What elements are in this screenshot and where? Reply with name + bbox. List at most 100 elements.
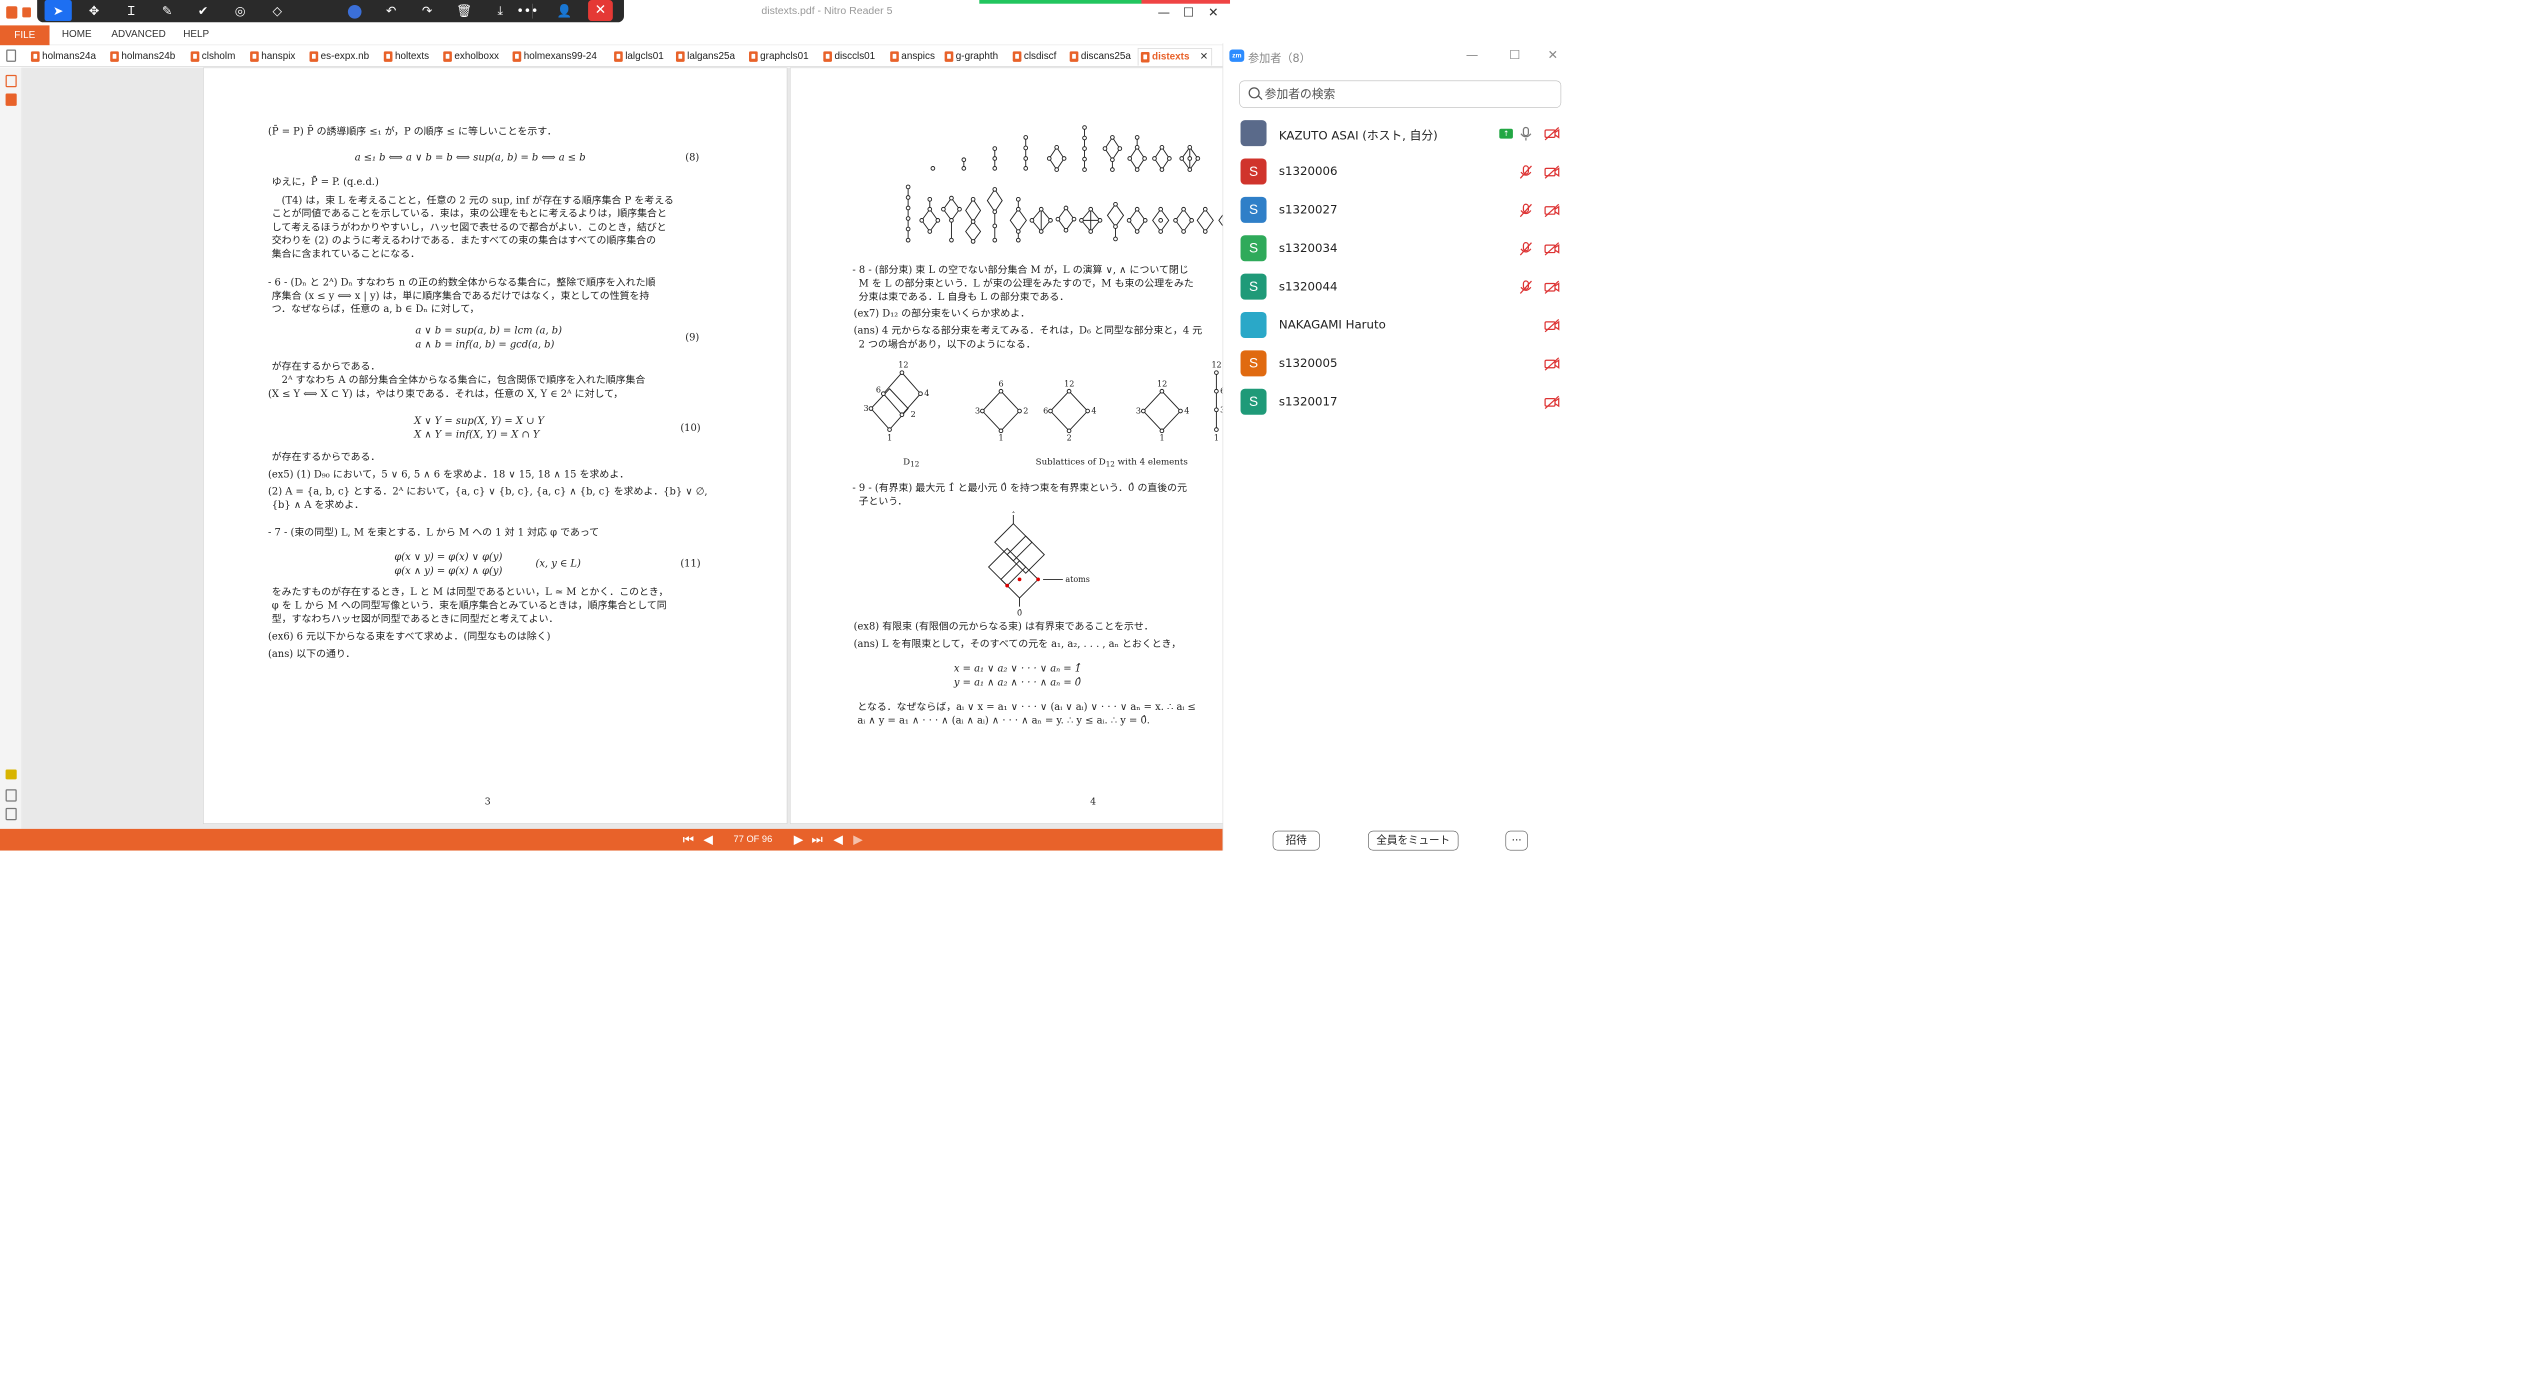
tab-graphcls01[interactable]: graphcls01: [747, 48, 809, 65]
equation-11-condition: (x, y ∈ L): [535, 557, 581, 569]
video-off-icon[interactable]: [1544, 357, 1560, 372]
eraser-icon[interactable]: ◇: [264, 0, 291, 21]
participant-search[interactable]: [1239, 80, 1562, 108]
tab-g-graphth[interactable]: g-graphth: [942, 48, 998, 65]
participant-row[interactable]: S s1320005: [1223, 345, 1568, 383]
delete-icon[interactable]: 🗑: [451, 0, 478, 21]
mic-muted-icon[interactable]: [1519, 280, 1533, 295]
participant-search-input[interactable]: [1264, 84, 1550, 104]
color-icon[interactable]: [347, 4, 362, 19]
previous-page-icon[interactable]: ◀: [700, 831, 717, 847]
invite-button[interactable]: 招待: [1272, 830, 1320, 851]
d12-sublattices-figure: 12 6 4 3 2 1 6 3 2 1 12 6 4 2 12 3 4 1 1…: [864, 361, 1226, 443]
video-off-icon[interactable]: [1544, 395, 1560, 410]
tab-holmans24a[interactable]: holmans24a: [28, 48, 96, 65]
tab-discans25a[interactable]: discans25a: [1067, 48, 1131, 65]
stamp-icon[interactable]: ◎: [227, 0, 254, 21]
equation-10a: X ∨ Y = sup(X, Y) = X ∪ Y: [414, 414, 545, 427]
first-page-icon[interactable]: ⏮: [680, 831, 697, 847]
bookmarks-icon[interactable]: [5, 93, 17, 106]
video-off-icon[interactable]: [1544, 165, 1560, 180]
undo-icon[interactable]: ↶: [378, 0, 405, 21]
participant-row[interactable]: S s1320006: [1223, 154, 1568, 192]
next-page-icon[interactable]: ▶: [790, 831, 807, 847]
tab-lalgans25a[interactable]: lalgans25a: [674, 48, 735, 65]
page-text-line: 交わりを (2) のように考えるわけである．またすべての束の集合はすべての順序集…: [271, 233, 656, 246]
page-text-line: (T4) は，束 L を考えることと，任意の 2 元の sup, inf が存在…: [271, 194, 674, 207]
participant-name: s1320034: [1278, 241, 1338, 256]
tab-holtexts[interactable]: holtexts: [381, 48, 429, 65]
check-icon[interactable]: ✔: [189, 0, 216, 21]
tab-disccls01[interactable]: disccls01: [821, 48, 875, 65]
page-text-line: (ans) 4 元からなる部分束を考えてみる．それは，D₆ と同型な部分束と，4…: [853, 324, 1203, 337]
home-menu[interactable]: HOME: [62, 29, 92, 40]
mic-muted-icon[interactable]: [1519, 241, 1533, 256]
minimize-button[interactable]: —: [1151, 2, 1176, 22]
last-page-icon[interactable]: ⏭: [808, 831, 825, 847]
close-window-button[interactable]: ✕: [1201, 2, 1226, 22]
participant-row[interactable]: NAKAGAMI Haruto: [1223, 307, 1568, 345]
pdf-icon: [890, 51, 899, 62]
participant-row[interactable]: S s1320027: [1223, 192, 1568, 230]
left-tool-rail: [0, 67, 23, 829]
close-icon[interactable]: ✕: [588, 0, 613, 22]
comments-icon[interactable]: [5, 769, 17, 780]
tab-anspics[interactable]: anspics: [888, 48, 935, 65]
user-icon[interactable]: 👤: [551, 0, 578, 21]
tab-hanspix[interactable]: hanspix: [248, 48, 295, 65]
participant-row[interactable]: S s1320017: [1223, 384, 1568, 422]
video-off-icon[interactable]: [1544, 318, 1560, 333]
video-off-icon[interactable]: [1544, 241, 1560, 256]
tab-es-expx[interactable]: es-expx.nb: [307, 48, 369, 65]
more-options-button[interactable]: ···: [1505, 830, 1528, 851]
mic-muted-icon[interactable]: [1519, 165, 1533, 180]
participant-row[interactable]: S s1320034: [1223, 230, 1568, 268]
participant-row[interactable]: KAZUTO ASAI (ホスト, 自分) ↑: [1223, 115, 1568, 153]
panel-minimize-icon[interactable]: —: [1466, 47, 1478, 62]
select-icon[interactable]: ➤: [44, 0, 72, 22]
document-viewer[interactable]: (P̄ = P) P̄ の誘導順序 ≤₁ が，P の順序 ≤ に等しいことを示す…: [22, 67, 1236, 829]
help-menu[interactable]: HELP: [183, 29, 209, 40]
microphone-icon[interactable]: [1519, 126, 1533, 141]
mic-muted-icon[interactable]: [1519, 203, 1533, 218]
layers-icon[interactable]: [5, 807, 17, 821]
page-text-line: つ．なぜならば，任意の a, b ∈ Dₙ に対して，: [271, 302, 480, 315]
hasse-node-label: 4: [1091, 407, 1096, 416]
close-tab-icon[interactable]: ✕: [1200, 49, 1208, 65]
figure-caption-d12: D12: [903, 456, 920, 469]
back-view-icon[interactable]: ◀: [830, 831, 847, 847]
participant-name: s1320006: [1278, 164, 1338, 179]
panel-close-icon[interactable]: ✕: [1548, 47, 1558, 62]
video-off-icon[interactable]: [1544, 280, 1560, 295]
forward-view-icon[interactable]: ▶: [849, 831, 866, 847]
tab-holmexans99-24[interactable]: holmexans99-24: [510, 48, 597, 65]
tab-holmans24b[interactable]: holmans24b: [108, 48, 175, 65]
hasse-node-label: 6: [998, 379, 1003, 388]
panel-popout-icon[interactable]: ☐: [1509, 47, 1520, 62]
file-menu[interactable]: FILE: [0, 25, 50, 46]
video-off-icon[interactable]: [1544, 126, 1560, 141]
tab-distexts[interactable]: distexts ✕: [1137, 48, 1213, 66]
video-off-icon[interactable]: [1544, 203, 1560, 218]
download-icon[interactable]: ⤓: [487, 0, 514, 21]
tab-clsdiscf[interactable]: clsdiscf: [1010, 48, 1056, 65]
redo-icon[interactable]: ↷: [414, 0, 441, 21]
document-list-icon[interactable]: [6, 49, 17, 62]
pen-icon[interactable]: ✎: [154, 0, 181, 21]
attachments-icon[interactable]: [5, 789, 17, 802]
tab-clsholm[interactable]: clsholm: [188, 48, 235, 65]
participant-row[interactable]: S s1320044: [1223, 269, 1568, 307]
mute-all-button[interactable]: 全員をミュート: [1368, 830, 1459, 851]
page-text-line: (X ≤ Y ⟺ X ⊂ Y) は，やはり束である．それは，任意の X, Y ∈…: [268, 387, 624, 400]
tab-lalgcls01[interactable]: lalgcls01: [612, 48, 664, 65]
page-text-line: (2) A = {a, b, c} とする．2ᴬ において，{a, c} ∨ {…: [268, 485, 708, 498]
maximize-button[interactable]: ☐: [1176, 2, 1201, 22]
more-icon[interactable]: •••: [514, 0, 541, 21]
text-cursor-icon[interactable]: Ｉ: [118, 0, 145, 21]
page-indicator[interactable]: 77 OF 96: [734, 834, 773, 845]
move-icon[interactable]: ✥: [80, 0, 107, 21]
page-thumbnails-icon[interactable]: [5, 74, 17, 88]
advanced-menu[interactable]: ADVANCED: [111, 29, 165, 40]
pdf-page-right: - 8 - (部分束) 束 L の空でない部分集合 M が，L の演算 ∨, ∧…: [789, 67, 1236, 824]
tab-exholboxx[interactable]: exholboxx: [441, 48, 499, 65]
